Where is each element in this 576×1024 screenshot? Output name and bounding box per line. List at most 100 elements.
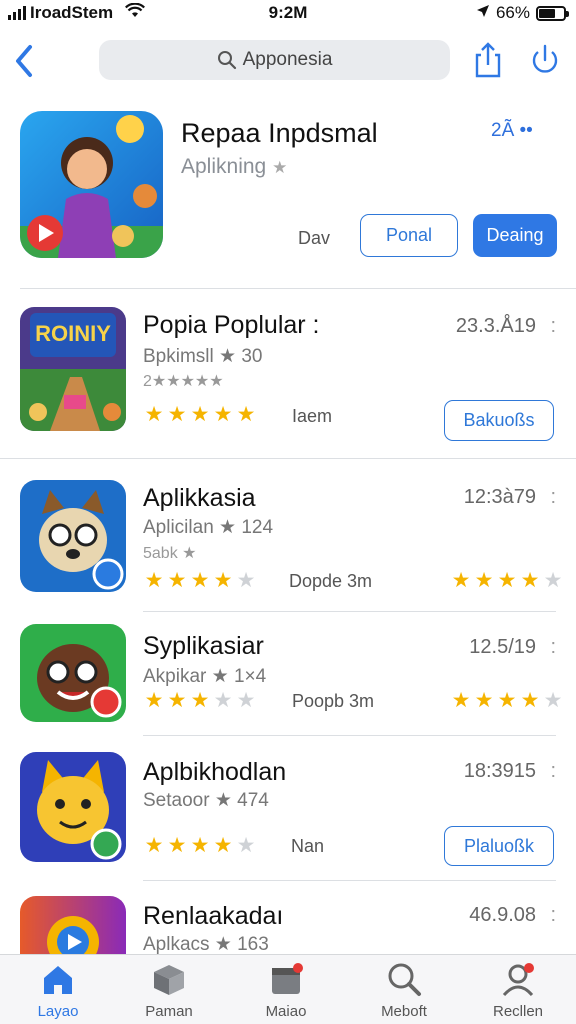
app-date: 12:3à79 [463,486,536,508]
star-icon: ★ [167,689,187,712]
star-icon: ★ [451,689,471,712]
star-icon: ★ [272,158,288,177]
star-icon: ★ [236,569,256,592]
star-icon: ★ [144,689,164,712]
app-icon-2[interactable] [20,480,126,592]
app-icon-3[interactable] [20,624,126,722]
location-icon [476,3,490,23]
app-date: 46.9.08 [469,904,536,926]
app-icon-5[interactable] [20,896,126,954]
divider [20,288,576,289]
tab-paman[interactable]: Paman [124,961,214,1020]
star-icon: ★ [144,834,164,857]
star-icon: ★ [190,569,210,592]
star-icon: ★ [213,834,233,857]
power-button[interactable] [527,40,563,80]
battery-icon [536,5,569,21]
star-icon: ★ [543,689,563,712]
app-name: Aplikkasia [143,484,256,512]
tab-bar: Layao Paman Maiao Meboft Recllen [0,954,576,1024]
chevron-left-icon [16,45,32,77]
app-sub: Akpikar ★ 1×4 [143,666,267,687]
featured-meta[interactable]: 2Ã •• [491,120,533,142]
star-icon: ★ [144,569,164,592]
plaluo-button[interactable]: Plaluoßk [444,826,554,866]
star-icon: ★ [236,689,256,712]
tab-label: Layao [37,1003,79,1020]
tab-label: Maiao [265,1003,307,1020]
status-bar: IroadStem 9:2M 66% [0,0,576,26]
star-rating: ★ ★ ★ ★ ★ [143,835,257,856]
star-icon: ★ [236,834,256,857]
tab-label: Paman [145,1003,193,1020]
divider [143,880,556,881]
star-icon: ★ [236,403,256,426]
tab-label: Recllen [492,1003,544,1020]
star-rating-right: ★ ★ ★ ★ ★ [450,690,564,711]
box-icon [151,961,187,997]
star-icon: ★ [167,569,187,592]
search-bar[interactable]: Apponesia [99,40,450,80]
nav-bar: Apponesia [0,38,576,84]
featured-app: Repaa Inpdsmal Aplikning ★ 2Ã •• Dav Pon… [0,108,576,288]
more-icon[interactable]: : [550,904,556,927]
tab-layao[interactable]: Layao [13,961,103,1020]
ponal-button[interactable]: Ponal [360,214,458,257]
featured-title: Repaa Inpdsmal [181,118,378,148]
more-icon[interactable]: : [550,486,556,509]
featured-subtitle: Aplikning ★ [181,155,288,178]
star-rating: ★ ★ ★ ★ ★ [143,404,257,425]
app-row-5[interactable]: Renlaakadaı 46.9.08 : Aplkacs ★ 163 [0,896,576,954]
home-icon [40,961,76,997]
divider [143,611,556,612]
tab-maiao[interactable]: Maiao [241,961,331,1020]
divider [143,735,556,736]
more-icon[interactable]: : [550,636,556,659]
app-row-1[interactable]: ROINIY Popia Poplular : 23.3.Å19 : Bpkim… [0,305,576,455]
power-icon [532,44,558,73]
share-button[interactable] [470,40,506,80]
battery-percent: 66% [495,3,530,22]
app-sub2: 2★★★★★ [143,373,224,390]
app-mid-text: Dopde 3m [289,571,373,591]
calendar-icon [268,961,304,997]
star-icon: ★ [497,689,517,712]
tab-recllen[interactable]: Recllen [473,961,563,1020]
app-icon-4[interactable] [20,752,126,862]
app-icon-1[interactable]: ROINIY [20,307,126,431]
share-icon [475,42,501,78]
app-row-3[interactable]: Syplikasiar 12.5/19 : Akpikar ★ 1×4 ★ ★ ★ ★… [0,624,576,734]
star-icon: ★ [144,403,164,426]
search-input[interactable]: Apponesia [243,49,333,71]
tab-meboft[interactable]: Meboft [359,961,449,1020]
app-sub: Bpkimsll ★ 30 [143,346,263,367]
app-date: 23.3.Å19 [455,315,536,337]
app-sub: Aplkacs ★ 163 [143,934,269,954]
person-icon [500,961,536,997]
star-icon: ★ [497,569,517,592]
star-icon: ★ [543,569,563,592]
star-icon: ★ [474,689,494,712]
more-icon[interactable]: : [550,760,556,783]
bakuo-button[interactable]: Bakuoßs [444,400,554,441]
app-sub: Aplicilan ★ 124 [143,517,274,538]
featured-dav-label: Dav [298,228,331,248]
app-name: Aplbikhodlan [143,758,287,786]
app-mid-text: Poopb 3m [292,691,375,711]
app-row-4[interactable]: Aplbikhodlan 18:3915 : Setaoor ★ 474 ★ ★ ★… [0,752,576,882]
app-name: Renlaakadaı [143,902,284,930]
deaing-button[interactable]: Deaing [473,214,557,257]
featured-app-icon[interactable] [20,111,163,258]
back-button[interactable] [10,40,40,80]
star-icon: ★ [190,689,210,712]
star-rating: ★ ★ ★ ★ ★ [143,690,257,711]
star-icon: ★ [213,403,233,426]
search-icon [217,51,236,70]
more-icon[interactable]: : [550,315,556,338]
app-name: Popia Poplular : [143,311,320,339]
star-icon: ★ [213,689,233,712]
app-row-2[interactable]: Aplikkasia 12:3à79 : Aplicilan ★ 124 5ab… [0,478,576,608]
star-icon: ★ [213,569,233,592]
star-rating: ★ ★ ★ ★ ★ [143,570,257,591]
star-icon: ★ [190,403,210,426]
